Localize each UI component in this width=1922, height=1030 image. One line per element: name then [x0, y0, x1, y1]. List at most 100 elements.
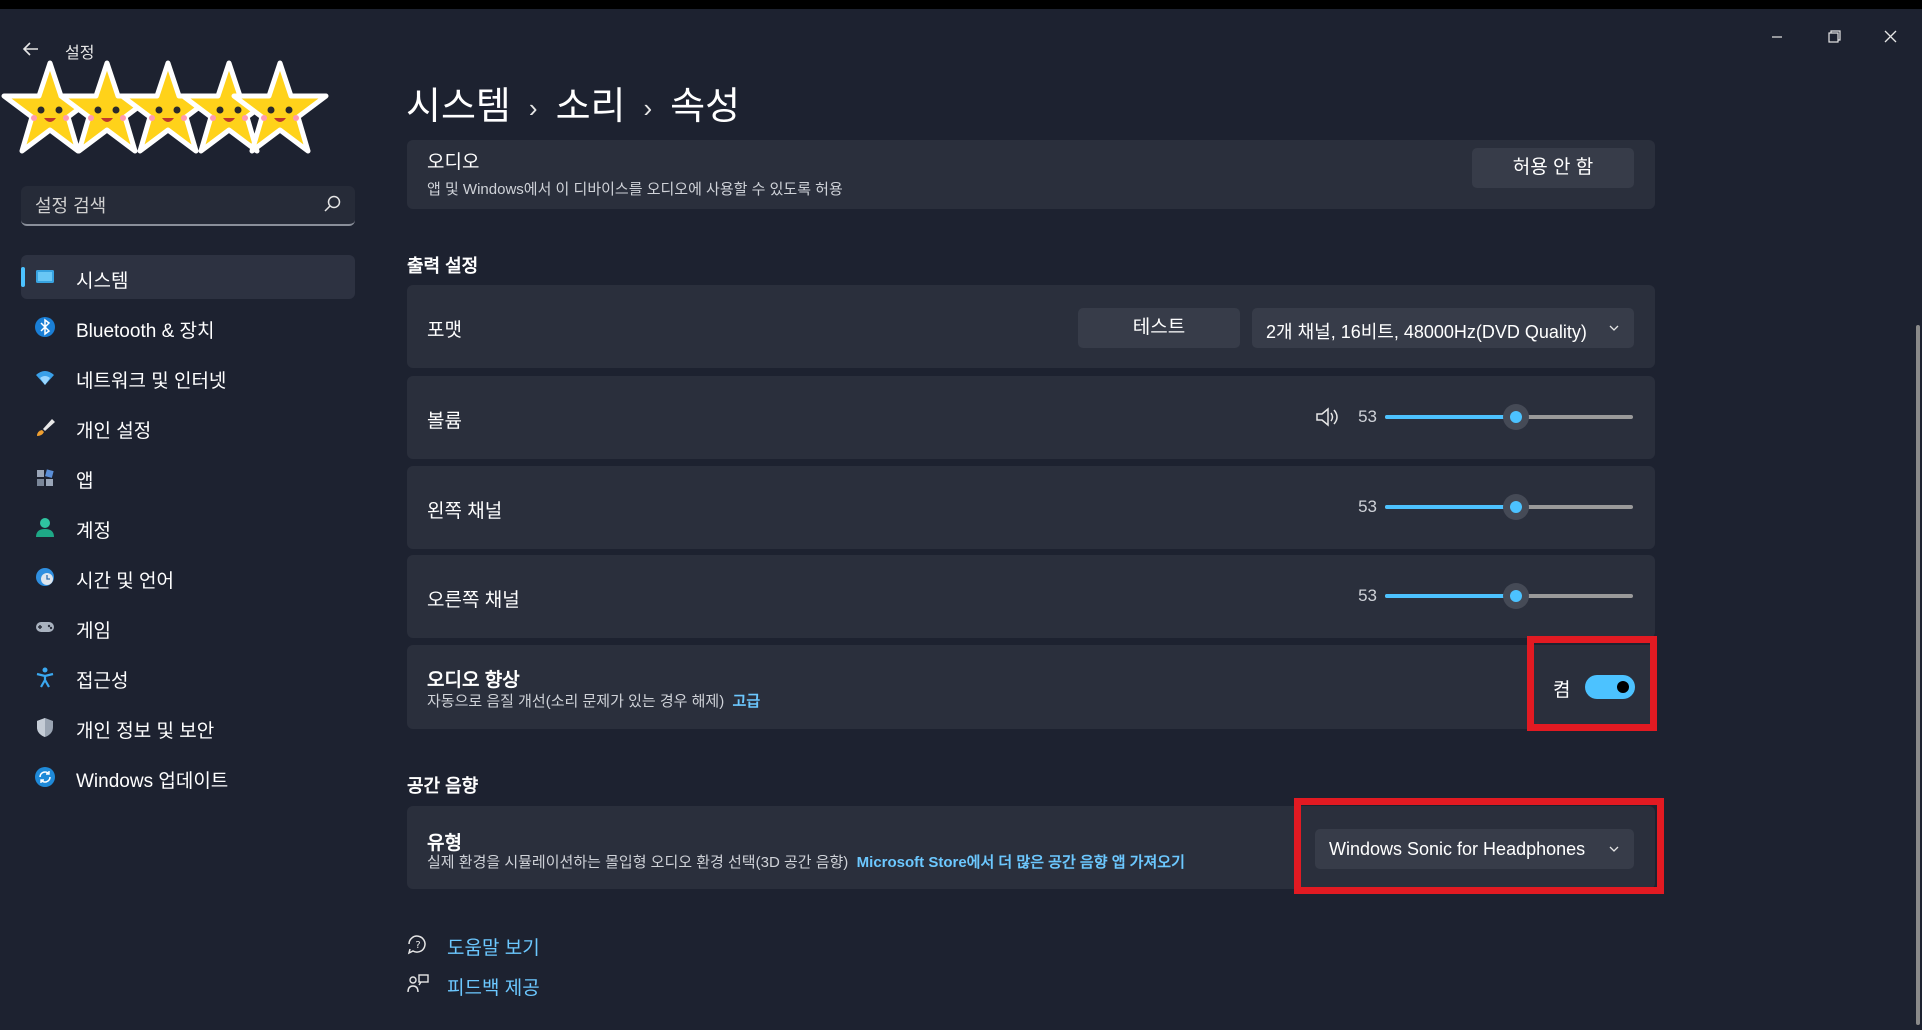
- format-dropdown[interactable]: 2개 채널, 16비트, 48000Hz(DVD Quality): [1252, 308, 1634, 348]
- accessibility-icon: [36, 667, 54, 688]
- wifi-icon: [36, 371, 54, 385]
- monitor-icon: [36, 270, 54, 283]
- right-channel-label: 오른쪽 채널: [427, 590, 520, 611]
- vertical-scrollbar[interactable]: [1916, 325, 1920, 1025]
- left-channel-label: 왼쪽 채널: [427, 501, 503, 522]
- arrow-left-icon: [22, 42, 38, 56]
- microsoft-store-link[interactable]: Microsoft Store에서 더 많은 공간 음향 앱 가져오기: [857, 854, 1185, 871]
- spatial-type-description: 실제 환경을 시뮬레이션하는 몰입형 오디오 환경 선택(3D 공간 음향) M…: [427, 851, 1185, 872]
- sidebar-item-network[interactable]: 네트워크 및 인터넷: [21, 355, 355, 399]
- audio-enhancement-description: 자동으로 음질 개선(소리 문제가 있는 경우 해제) 고급: [427, 690, 760, 711]
- account-icon: [36, 518, 54, 537]
- sidebar-item-label: 접근성: [76, 671, 129, 692]
- minimize-icon: [1772, 36, 1782, 38]
- search-input[interactable]: [33, 193, 317, 219]
- restore-button[interactable]: [1814, 23, 1854, 53]
- sidebar-item-label: 개인 설정: [76, 421, 152, 442]
- volume-card: 볼륨 53: [407, 376, 1655, 459]
- star-rating-overlay: [0, 58, 340, 168]
- minimize-button[interactable]: [1757, 23, 1797, 53]
- left-channel-value: 53: [1358, 497, 1377, 516]
- speaker-icon[interactable]: [1315, 406, 1339, 428]
- sidebar-item-label: 게임: [76, 621, 111, 642]
- highlight-box-dropdown: [1294, 798, 1664, 894]
- spatial-sound-heading: 공간 음향: [407, 776, 479, 796]
- bluetooth-icon: [35, 317, 55, 337]
- slider-fill: [1385, 415, 1517, 419]
- sidebar-item-label: 시스템: [76, 271, 129, 292]
- audio-allow-card: 오디오 앱 및 Windows에서 이 디바이스를 오디오에 사용할 수 있도록…: [407, 140, 1655, 209]
- get-help-label: 도움말 보기: [447, 938, 540, 959]
- sidebar-item-gaming[interactable]: 게임: [21, 605, 355, 649]
- advanced-link[interactable]: 고급: [733, 693, 761, 710]
- feedback-icon: [407, 974, 429, 993]
- sidebar-item-label: 계정: [76, 521, 111, 542]
- feedback-label: 피드백 제공: [447, 978, 540, 999]
- breadcrumb-separator: ›: [643, 93, 653, 124]
- left-channel-card: 왼쪽 채널 53: [407, 466, 1655, 549]
- help-icon: ?: [407, 935, 426, 955]
- sidebar-item-label: 네트워크 및 인터넷: [76, 371, 227, 392]
- breadcrumb-sound[interactable]: 소리: [556, 86, 626, 128]
- sidebar-item-label: 개인 정보 및 보안: [76, 721, 215, 742]
- breadcrumb-properties: 속성: [670, 86, 741, 128]
- breadcrumb-separator: ›: [528, 93, 538, 124]
- sidebar-item-label: 시간 및 언어: [76, 571, 174, 592]
- selection-indicator: [21, 267, 25, 287]
- sidebar-item-system[interactable]: 시스템: [21, 255, 355, 299]
- audio-enhancement-desc-text: 자동으로 음질 개선(소리 문제가 있는 경우 해제): [427, 693, 725, 710]
- right-channel-value: 53: [1358, 586, 1377, 605]
- slider-thumb[interactable]: [1503, 583, 1530, 609]
- brush-icon: [37, 419, 55, 436]
- shield-icon: [37, 718, 53, 737]
- svg-text:?: ?: [415, 940, 420, 951]
- sidebar-item-personalization[interactable]: 개인 설정: [21, 405, 355, 449]
- gamepad-icon: [36, 622, 54, 632]
- right-channel-slider[interactable]: [1385, 583, 1633, 609]
- audio-label: 오디오: [427, 152, 480, 173]
- breadcrumb: 시스템 › 소리 › 속성: [406, 75, 740, 130]
- globe-clock-icon: [36, 568, 54, 586]
- slider-fill: [1385, 505, 1517, 509]
- format-label: 포맷: [427, 320, 462, 341]
- slider-thumb[interactable]: [1503, 494, 1530, 520]
- audio-enhancement-card: 오디오 향상 자동으로 음질 개선(소리 문제가 있는 경우 해제) 고급 켬: [407, 645, 1655, 729]
- left-channel-slider[interactable]: [1385, 494, 1633, 520]
- close-button[interactable]: [1870, 23, 1910, 53]
- sidebar-item-apps[interactable]: 앱: [21, 455, 355, 499]
- chevron-down-icon: [1609, 325, 1619, 331]
- screen-top-edge: [0, 0, 1922, 9]
- sidebar-item-accounts[interactable]: 계정: [21, 505, 355, 549]
- sidebar-item-time-language[interactable]: 시간 및 언어: [21, 555, 355, 599]
- format-dropdown-value: 2개 채널, 16비트, 48000Hz(DVD Quality): [1266, 322, 1587, 342]
- highlight-box-toggle: [1527, 636, 1657, 731]
- sidebar-item-privacy[interactable]: 개인 정보 및 보안: [21, 705, 355, 749]
- sidebar-item-label: Bluetooth & 장치: [76, 321, 215, 342]
- breadcrumb-system[interactable]: 시스템: [406, 86, 511, 128]
- volume-value: 53: [1358, 407, 1377, 426]
- sidebar-item-label: Windows 업데이트: [76, 771, 229, 792]
- audio-enhancement-label: 오디오 향상: [427, 670, 520, 691]
- restore-icon: [1827, 30, 1841, 43]
- slider-thumb[interactable]: [1503, 404, 1530, 430]
- update-icon: [35, 767, 55, 787]
- apps-icon: [37, 469, 54, 486]
- slider-fill: [1385, 594, 1517, 598]
- search-icon[interactable]: [323, 194, 343, 214]
- star-icon: [231, 60, 329, 154]
- spatial-type-desc-text: 실제 환경을 시뮬레이션하는 몰입형 오디오 환경 선택(3D 공간 음향): [427, 854, 849, 871]
- format-card: 포맷 테스트 2개 채널, 16비트, 48000Hz(DVD Quality): [407, 285, 1655, 368]
- volume-slider[interactable]: [1385, 404, 1633, 430]
- sidebar-item-windows-update[interactable]: Windows 업데이트: [21, 755, 355, 799]
- sidebar-item-accessibility[interactable]: 접근성: [21, 655, 355, 699]
- right-channel-card: 오른쪽 채널 53: [407, 555, 1655, 638]
- sidebar-item-bluetooth[interactable]: Bluetooth & 장치: [21, 305, 355, 349]
- volume-label: 볼륨: [427, 411, 462, 432]
- settings-search-box[interactable]: [21, 186, 355, 226]
- sidebar-item-label: 앱: [76, 471, 94, 492]
- close-icon: [1884, 30, 1896, 43]
- sidebar-nav: 시스템 Bluetooth & 장치 네트워크 및 인터넷 개인 설정 앱 계정…: [21, 255, 355, 805]
- disallow-button[interactable]: 허용 안 함: [1472, 148, 1634, 188]
- test-button[interactable]: 테스트: [1078, 308, 1240, 348]
- output-settings-heading: 출력 설정: [407, 256, 479, 276]
